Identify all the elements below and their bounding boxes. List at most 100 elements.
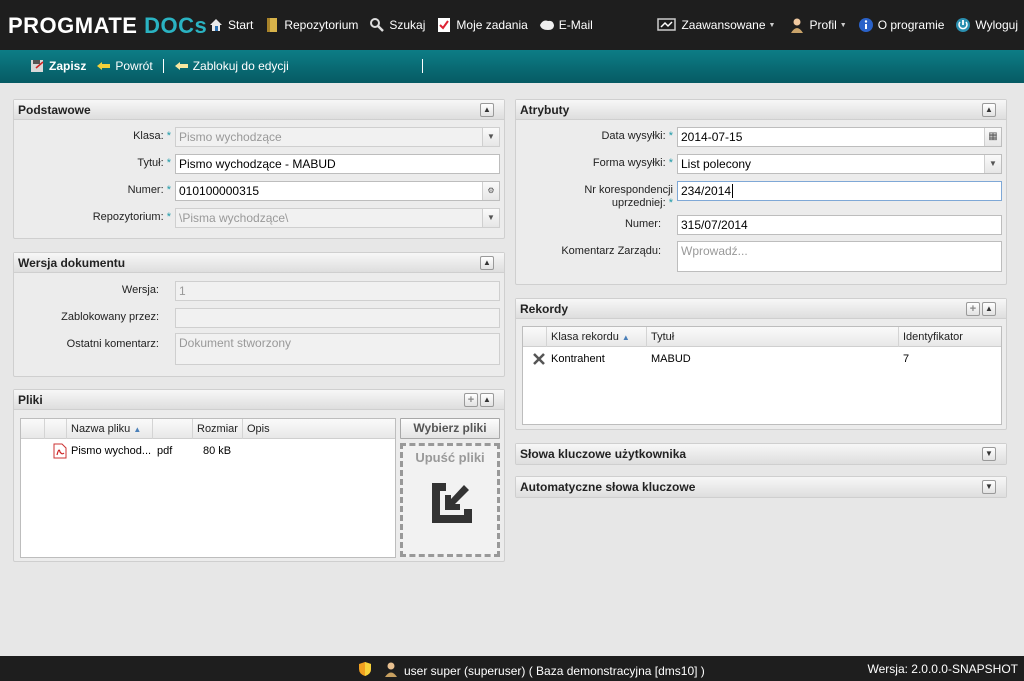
action-toolbar: Zapisz Powrót Zablokuj do edycji <box>0 50 1024 83</box>
collapse-icon[interactable]: ▲ <box>982 302 996 316</box>
file-drop-zone[interactable]: Upuść pliki <box>400 443 500 557</box>
collapse-icon[interactable]: ▲ <box>480 103 494 117</box>
collapse-icon[interactable]: ▲ <box>480 256 494 270</box>
lock-icon <box>174 59 189 73</box>
panel-title: Rekordy <box>520 302 569 316</box>
locked-by-label: Zablokowany przez: <box>61 311 159 323</box>
nav-start-label: Start <box>228 18 254 32</box>
number-input[interactable]: 010100000315 ⚙ <box>175 181 500 201</box>
attr-number-input[interactable]: 315/07/2014 <box>677 215 1002 235</box>
chevron-down-icon[interactable]: ▼ <box>984 155 1001 173</box>
column-header-action[interactable] <box>523 327 547 347</box>
nav-repository[interactable]: Repozytorium <box>264 17 358 33</box>
column-header-record-class[interactable]: Klasa rekordu ▲ <box>547 327 647 347</box>
panel-title: Wersja dokumentu <box>18 256 126 270</box>
chevron-down-icon: ▼ <box>768 21 776 29</box>
info-icon <box>858 17 874 33</box>
logo-text: PROGMATE <box>8 13 145 38</box>
board-comment-input[interactable]: Wprowadź... <box>677 241 1002 272</box>
column-header-title[interactable]: Tytuł <box>647 327 899 347</box>
nav-my-tasks[interactable]: Moje zadania <box>436 17 528 33</box>
nav-search[interactable]: Szukaj <box>369 17 425 33</box>
previous-correspondence-label: Nr korespondencji uprzedniej: * <box>584 184 673 209</box>
current-user: user super (superuser) ( Baza demonstrac… <box>358 661 705 680</box>
version-text: Wersja: 2.0.0.0-SNAPSHOT <box>867 662 1019 676</box>
table-row[interactable]: Kontrahent MABUD 7 <box>523 348 1001 370</box>
column-header-ext[interactable] <box>153 419 193 439</box>
back-button[interactable]: Powrót <box>96 59 153 73</box>
attributes-panel-header: Atrybuty ▲ <box>516 100 1006 120</box>
nav-profile[interactable]: Profil ▼ <box>789 17 847 33</box>
pdf-icon <box>49 440 69 462</box>
records-panel: Rekordy + ▲ Klasa rekordu ▲ Tytuł Identyf… <box>515 298 1007 430</box>
expand-icon[interactable]: ▼ <box>982 480 996 494</box>
lock-for-edit-button[interactable]: Zablokuj do edycji <box>174 59 289 73</box>
nav-email-label: E-Mail <box>558 18 593 32</box>
calendar-icon[interactable]: ▦ <box>984 128 1001 146</box>
nav-advanced-label: Zaawansowane <box>681 18 766 32</box>
file-ext: pdf <box>157 445 173 457</box>
chevron-down-icon[interactable]: ▼ <box>482 128 499 146</box>
add-icon[interactable]: + <box>966 302 980 316</box>
file-size: 80 kB <box>203 445 232 457</box>
column-header-identifier[interactable]: Identyfikator <box>899 327 1003 347</box>
delete-icon[interactable] <box>529 348 547 370</box>
column-header-description[interactable]: Opis <box>243 419 397 439</box>
file-name: Pismo wychod... <box>71 445 152 457</box>
lock-label: Zablokuj do edycji <box>192 59 289 73</box>
nav-logout[interactable]: Wyloguj <box>955 17 1018 33</box>
profile-icon <box>789 17 805 33</box>
panel-title: Automatyczne słowa kluczowe <box>520 480 696 494</box>
nav-start[interactable]: Start <box>208 17 253 33</box>
expand-icon[interactable]: ▼ <box>982 447 996 461</box>
title-input[interactable]: Pismo wychodzące - MABUD <box>175 154 500 174</box>
basic-panel: Podstawowe ▲ Klasa: * Pismo wychodzące ▼ … <box>13 99 505 239</box>
column-header-filename[interactable]: Nazwa pliku ▲ <box>67 419 153 439</box>
send-form-label: Forma wysyłki: * <box>592 157 673 169</box>
send-date-input[interactable]: 2014-07-15 ▦ <box>677 127 1002 147</box>
files-panel-header: Pliki + ▲ <box>14 390 504 410</box>
app-logo[interactable]: PROGMATE DOCs <box>8 13 207 39</box>
repository-icon <box>264 17 280 33</box>
panel-title: Pliki <box>18 393 43 407</box>
locked-by-input <box>175 308 500 328</box>
auto-keywords-panel-header[interactable]: Automatyczne słowa kluczowe ▼ <box>516 477 1006 497</box>
repository-select[interactable]: \Pisma wychodzące\ ▼ <box>175 208 500 228</box>
repository-label: Repozytorium: * <box>92 211 171 223</box>
panel-title: Atrybuty <box>520 103 570 117</box>
nav-logout-label: Wyloguj <box>975 18 1018 32</box>
nav-advanced[interactable]: Zaawansowane ▼ <box>657 17 775 33</box>
collapse-icon[interactable]: ▲ <box>480 393 494 407</box>
record-class: Kontrahent <box>551 353 605 365</box>
save-button[interactable]: Zapisz <box>30 59 86 73</box>
user-keywords-panel: Słowa kluczowe użytkownika ▼ <box>515 443 1007 465</box>
send-form-select[interactable]: List polecony ▼ <box>677 154 1002 174</box>
column-header-select[interactable] <box>21 419 45 439</box>
column-header-size[interactable]: Rozmiar <box>193 419 243 439</box>
record-identifier: 7 <box>903 353 910 365</box>
nav-about[interactable]: O programie <box>858 17 944 33</box>
home-icon <box>208 17 224 33</box>
version-label: Wersja: <box>121 284 159 296</box>
nav-email[interactable]: E-Mail <box>539 17 593 33</box>
records-grid-header: Klasa rekordu ▲ Tytuł Identyfikator <box>523 327 1001 347</box>
previous-correspondence-input[interactable]: 234/2014 <box>677 181 1002 201</box>
column-header-type[interactable] <box>45 419 67 439</box>
chevron-down-icon[interactable]: ▼ <box>482 209 499 227</box>
nav-repository-label: Repozytorium <box>284 18 359 32</box>
add-icon[interactable]: + <box>464 393 478 407</box>
attributes-panel: Atrybuty ▲ Data wysyłki: * 2014-07-15 ▦ F… <box>515 99 1007 285</box>
user-keywords-panel-header[interactable]: Słowa kluczowe użytkownika ▼ <box>516 444 1006 464</box>
shield-icon <box>358 661 372 680</box>
class-select[interactable]: Pismo wychodzące ▼ <box>175 127 500 147</box>
title-label: Tytuł: * <box>137 157 171 169</box>
choose-files-button[interactable]: Wybierz pliki <box>400 418 500 439</box>
nav-profile-label: Profil <box>809 18 837 32</box>
back-label: Powrót <box>115 59 153 73</box>
drop-zone-label: Upuść pliki <box>415 450 485 465</box>
table-row[interactable]: Pismo wychod... pdf 80 kB <box>21 440 395 462</box>
generate-icon[interactable]: ⚙ <box>482 182 499 200</box>
records-panel-header: Rekordy + ▲ <box>516 299 1006 319</box>
panel-title: Słowa kluczowe użytkownika <box>520 447 687 461</box>
collapse-icon[interactable]: ▲ <box>982 103 996 117</box>
